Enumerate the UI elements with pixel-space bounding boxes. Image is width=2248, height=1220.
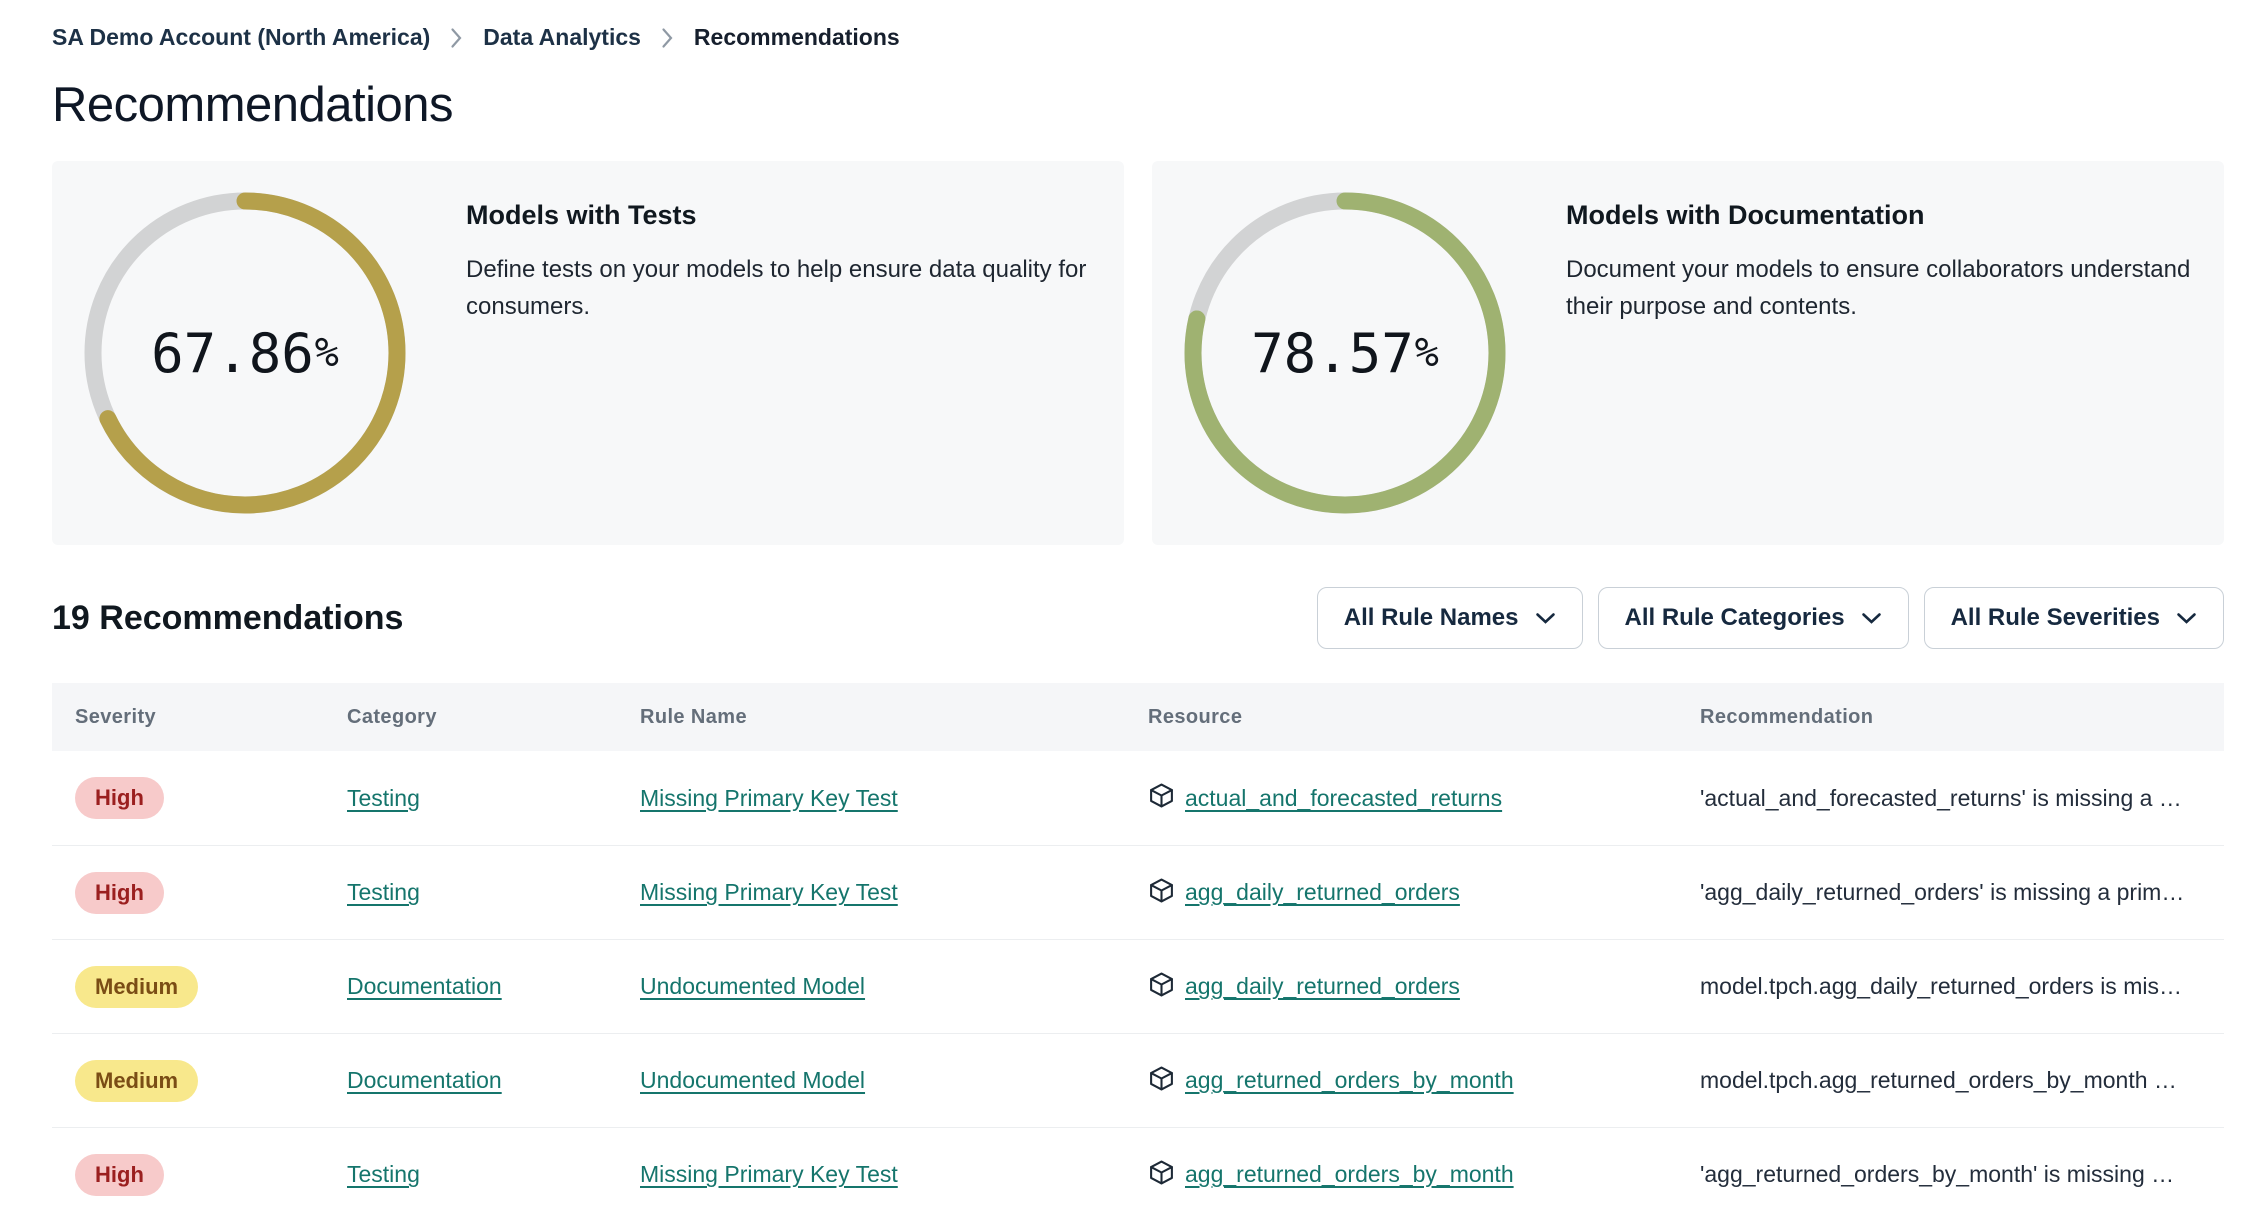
chevron-down-icon: [1861, 604, 1882, 632]
rule-name-link[interactable]: Missing Primary Key Test: [640, 879, 898, 905]
rule-name-cell: Missing Primary Key Test: [640, 785, 1148, 812]
cube-icon: [1148, 971, 1175, 1003]
table-row: High Testing Missing Primary Key Test ac…: [52, 751, 2224, 845]
filter-rule-names[interactable]: All Rule Names: [1316, 587, 1583, 649]
recommendation-text: 'agg_returned_orders_by_month' is missin…: [1700, 1161, 2175, 1187]
severity-cell: High: [75, 871, 347, 914]
rule-name-cell: Undocumented Model: [640, 1067, 1148, 1094]
page-title: Recommendations: [52, 78, 454, 132]
severity-cell: High: [75, 1153, 347, 1196]
severity-badge: High: [75, 1153, 164, 1196]
recommendations-count: 19 Recommendations: [52, 598, 404, 637]
table-row: Medium Documentation Undocumented Model …: [52, 939, 2224, 1033]
rule-name-link[interactable]: Undocumented Model: [640, 1067, 865, 1093]
severity-badge: High: [75, 871, 164, 914]
tests-card-text: Models with Tests Define tests on your m…: [466, 188, 1094, 325]
card-models-with-documentation: 78.57% Models with Documentation Documen…: [1152, 161, 2224, 545]
category-cell: Testing: [347, 879, 640, 906]
recommendation-text: 'actual_and_forecasted_returns' is missi…: [1700, 784, 2182, 811]
recommendations-table: Severity Category Rule Name Resource Rec…: [52, 683, 2224, 1220]
column-header-resource: Resource: [1148, 705, 1243, 728]
rule-name-link[interactable]: Missing Primary Key Test: [640, 1161, 898, 1187]
cube-icon: [1148, 877, 1175, 909]
rule-name-cell: Missing Primary Key Test: [640, 879, 1148, 906]
resource-cell: agg_daily_returned_orders: [1148, 971, 1700, 1003]
recommendation-text: model.tpch.agg_daily_returned_orders is …: [1700, 973, 2182, 999]
docs-donut-chart: 78.57%: [1180, 188, 1510, 518]
severity-badge: High: [75, 777, 164, 819]
category-cell: Testing: [347, 1161, 640, 1188]
list-header: 19 Recommendations All Rule Names All Ru…: [52, 587, 2224, 649]
table-row: High Testing Missing Primary Key Test ag…: [52, 1127, 2224, 1220]
chevron-down-icon: [2176, 604, 2197, 632]
rule-name-cell: Missing Primary Key Test: [640, 1161, 1148, 1188]
chevron-right-icon: [450, 27, 463, 49]
table-header: Severity Category Rule Name Resource Rec…: [52, 683, 2224, 751]
category-cell: Testing: [347, 785, 640, 812]
card-models-with-tests: 67.86% Models with Tests Define tests on…: [52, 161, 1124, 545]
breadcrumb-project[interactable]: Data Analytics: [483, 24, 641, 51]
breadcrumb-account[interactable]: SA Demo Account (North America): [52, 24, 430, 51]
category-cell: Documentation: [347, 973, 640, 1000]
docs-percent-value: 78.57%: [1251, 321, 1439, 385]
tests-card-title: Models with Tests: [466, 200, 697, 230]
resource-link[interactable]: actual_and_forecasted_returns: [1185, 785, 1502, 812]
resource-link[interactable]: agg_returned_orders_by_month: [1185, 1161, 1514, 1188]
resource-cell: agg_returned_orders_by_month: [1148, 1159, 1700, 1191]
tests-percent-value: 67.86%: [151, 321, 339, 385]
category-link[interactable]: Testing: [347, 879, 420, 905]
resource-cell: actual_and_forecasted_returns: [1148, 782, 1700, 814]
severity-cell: High: [75, 777, 347, 819]
cube-icon: [1148, 782, 1175, 814]
table-row: High Testing Missing Primary Key Test ag…: [52, 845, 2224, 939]
tests-donut-chart: 67.86%: [80, 188, 410, 518]
filter-buttons: All Rule Names All Rule Categories All R…: [1316, 587, 2224, 649]
recommendation-text: model.tpch.agg_returned_orders_by_month …: [1700, 1067, 2177, 1093]
chevron-right-icon: [661, 27, 674, 49]
docs-card-title: Models with Documentation: [1566, 200, 1925, 230]
severity-cell: Medium: [75, 965, 347, 1008]
filter-rule-severities[interactable]: All Rule Severities: [1923, 587, 2224, 649]
column-header-rule-name: Rule Name: [640, 705, 747, 728]
category-link[interactable]: Documentation: [347, 1067, 502, 1093]
breadcrumb-current: Recommendations: [693, 24, 900, 50]
column-header-category: Category: [347, 705, 437, 728]
table-row: Medium Documentation Undocumented Model …: [52, 1033, 2224, 1127]
table-body: High Testing Missing Primary Key Test ac…: [52, 751, 2224, 1220]
tests-card-description: Define tests on your models to help ensu…: [466, 256, 1087, 320]
severity-badge: Medium: [75, 965, 199, 1008]
severity-cell: Medium: [75, 1059, 347, 1102]
category-link[interactable]: Testing: [347, 785, 420, 811]
resource-cell: agg_daily_returned_orders: [1148, 877, 1700, 909]
docs-card-description: Document your models to ensure collabora…: [1566, 256, 2191, 320]
chevron-down-icon: [1535, 604, 1556, 632]
cube-icon: [1148, 1065, 1175, 1097]
cube-icon: [1148, 1159, 1175, 1191]
rule-name-link[interactable]: Missing Primary Key Test: [640, 785, 898, 811]
resource-cell: agg_returned_orders_by_month: [1148, 1065, 1700, 1097]
column-header-recommendation: Recommendation: [1700, 705, 1874, 728]
rule-name-cell: Undocumented Model: [640, 973, 1148, 1000]
column-header-severity: Severity: [75, 705, 157, 728]
severity-badge: Medium: [75, 1059, 199, 1102]
resource-link[interactable]: agg_daily_returned_orders: [1185, 973, 1460, 1000]
recommendation-text: 'agg_daily_returned_orders' is missing a…: [1700, 879, 2185, 905]
breadcrumb: SA Demo Account (North America) Data Ana…: [0, 0, 2248, 51]
rule-name-link[interactable]: Undocumented Model: [640, 973, 865, 999]
filter-rule-categories[interactable]: All Rule Categories: [1597, 587, 1909, 649]
category-link[interactable]: Documentation: [347, 973, 502, 999]
summary-cards: 67.86% Models with Tests Define tests on…: [52, 161, 2224, 545]
resource-link[interactable]: agg_daily_returned_orders: [1185, 879, 1460, 906]
docs-card-text: Models with Documentation Document your …: [1566, 188, 2194, 325]
resource-link[interactable]: agg_returned_orders_by_month: [1185, 1067, 1514, 1094]
category-cell: Documentation: [347, 1067, 640, 1094]
category-link[interactable]: Testing: [347, 1161, 420, 1187]
